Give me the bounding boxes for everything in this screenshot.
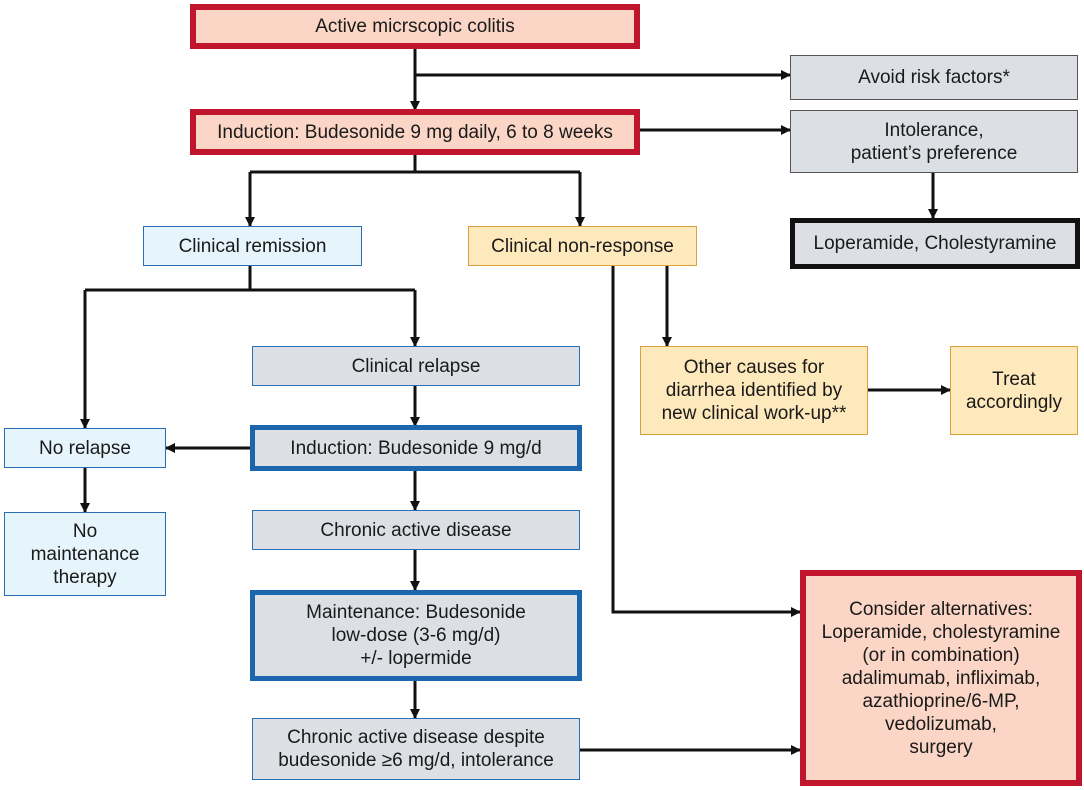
node-avoid-risk-factors: Avoid risk factors* <box>790 55 1078 100</box>
node-no-relapse: No relapse <box>4 428 166 468</box>
node-consider-alternatives: Consider alternatives: Loperamide, chole… <box>800 570 1082 786</box>
node-maintenance: Maintenance: Budesonide low-dose (3-6 mg… <box>250 590 582 681</box>
node-other-causes: Other causes for diarrhea identified by … <box>640 346 868 435</box>
node-induction-9mg: Induction: Budesonide 9 mg/d <box>250 425 582 471</box>
node-chronic-active: Chronic active disease <box>252 510 580 550</box>
node-no-maintenance: No maintenance therapy <box>4 512 166 596</box>
node-loperamide-cholestyramine: Loperamide, Cholestyramine <box>790 218 1080 269</box>
node-clinical-remission: Clinical remission <box>143 226 362 266</box>
node-induction: Induction: Budesonide 9 mg daily, 6 to 8… <box>190 109 640 155</box>
node-chronic-despite: Chronic active disease despite budesonid… <box>252 718 580 780</box>
node-treat-accordingly: Treat accordingly <box>950 346 1078 435</box>
node-active-colitis: Active micrscopic colitis <box>190 4 640 49</box>
node-clinical-relapse: Clinical relapse <box>252 346 580 386</box>
arrow-nonresponse-alternatives <box>611 266 801 617</box>
node-intolerance: Intolerance, patient’s preference <box>790 110 1078 173</box>
node-clinical-nonresponse: Clinical non-response <box>468 226 697 266</box>
branch-induction <box>250 154 580 174</box>
branch-remission <box>85 266 415 292</box>
